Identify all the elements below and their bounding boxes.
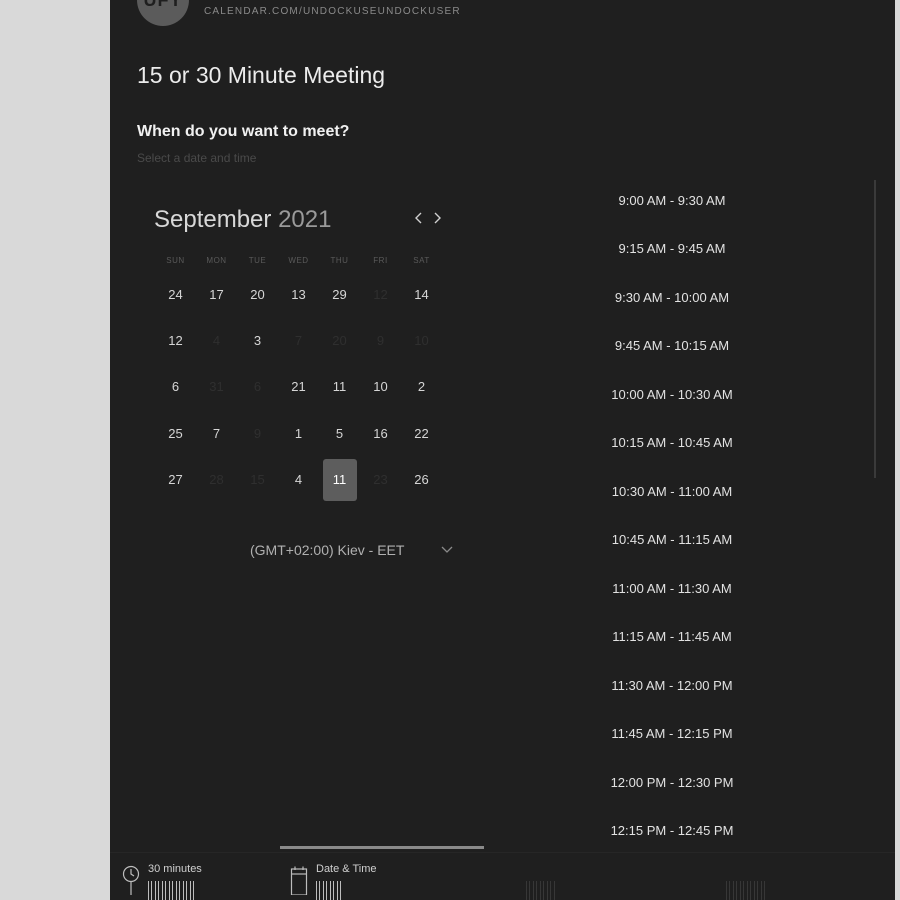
step-confirm-detail	[726, 881, 766, 900]
calendar-day[interactable]: 22	[401, 410, 442, 456]
weekday-label: SAT	[413, 256, 430, 265]
step-duration[interactable]: 30 minutes	[122, 853, 272, 900]
step-confirm[interactable]	[700, 853, 860, 900]
time-slot[interactable]: 11:45 AM - 12:15 PM	[598, 710, 746, 759]
calendar-day-unavailable: 31	[209, 379, 224, 395]
calendar-day[interactable]: 4	[278, 457, 319, 503]
calendar-day-unavailable: 4	[212, 333, 221, 349]
calendar-day-unavailable: 9	[376, 333, 385, 349]
calendar-day[interactable]: 3	[237, 317, 278, 363]
calendar-day-unavailable: 6	[253, 379, 262, 395]
weekday-label: MON	[206, 256, 227, 265]
time-slot[interactable]: 10:00 AM - 10:30 AM	[598, 370, 746, 419]
next-month-button[interactable]	[426, 206, 448, 230]
calendar-day-unavailable: 28	[209, 472, 224, 488]
calendar-day-unavailable: 23	[373, 472, 388, 488]
calendar-day[interactable]: 12	[155, 317, 196, 363]
selected-day-label: 11	[322, 458, 357, 501]
calendar-day-unavailable: 9	[253, 425, 262, 441]
time-slot[interactable]: 9:00 AM - 9:30 AM	[598, 176, 746, 225]
calendar-day[interactable]: 13	[278, 271, 319, 317]
year-label: 2021	[278, 206, 332, 233]
time-slot[interactable]: 11:15 AM - 11:45 AM	[598, 613, 746, 662]
time-slot[interactable]: 9:15 AM - 9:45 AM	[598, 225, 746, 274]
time-slot[interactable]: 12:00 PM - 12:30 PM	[598, 758, 746, 807]
calendar-day[interactable]: 27	[155, 457, 196, 503]
time-slot[interactable]: 11:30 AM - 12:00 PM	[598, 661, 746, 710]
time-slot[interactable]: 11:00 AM - 11:30 AM	[598, 564, 746, 613]
clock-icon	[122, 865, 140, 895]
step-duration-detail	[148, 881, 196, 900]
chevron-left-icon	[415, 212, 422, 224]
calendar-day[interactable]: 17	[196, 271, 237, 317]
chevron-right-icon	[434, 212, 441, 224]
time-slot[interactable]: 10:30 AM - 11:00 AM	[598, 467, 746, 516]
calendar-day-unavailable: 15	[250, 472, 265, 488]
calendar-day[interactable]: 26	[401, 457, 442, 503]
slots-scrollbar[interactable]	[874, 180, 876, 478]
time-slot[interactable]: 10:15 AM - 10:45 AM	[598, 419, 746, 468]
calendar-day[interactable]: 10	[360, 364, 401, 410]
step-date-time-label: Date & Time	[316, 863, 377, 875]
calendar-day[interactable]: 5	[319, 410, 360, 456]
calendar-day[interactable]: 25	[155, 410, 196, 456]
calendar-day[interactable]: 16	[360, 410, 401, 456]
month-label: September	[154, 206, 272, 233]
meeting-subtext: Select a date and time	[137, 151, 257, 165]
step-duration-label: 30 minutes	[148, 863, 202, 875]
active-step-indicator	[280, 846, 484, 849]
weekday-label: SUN	[166, 256, 185, 265]
page-title: 15 or 30 Minute Meeting	[137, 62, 386, 88]
time-slot[interactable]: 9:30 AM - 10:00 AM	[598, 273, 746, 322]
weekday-label: FRI	[373, 256, 388, 265]
weekday-label: TUE	[248, 256, 267, 265]
timezone-select[interactable]: (GMT+02:00) Kiev - EET	[250, 542, 404, 558]
weekday-header: SUN MON TUE WED THU FRI SAT	[155, 256, 442, 265]
step-details-detail	[526, 881, 556, 900]
calendar-day[interactable]: 11	[319, 364, 360, 410]
calendar-day[interactable]: 24	[155, 271, 196, 317]
weekday-label: THU	[330, 256, 349, 265]
avatar: UFY	[137, 0, 189, 26]
step-date-time-detail	[316, 881, 342, 900]
calendar-day-unavailable: 12	[373, 286, 388, 302]
time-slot[interactable]: 9:45 AM - 10:15 AM	[598, 322, 746, 371]
calendar-day-unavailable: 7	[294, 333, 303, 349]
calendar-day[interactable]: 20	[237, 271, 278, 317]
calendar-day[interactable]: 2	[401, 364, 442, 410]
time-slot[interactable]: 10:45 AM - 11:15 AM	[598, 516, 746, 565]
calendar-grid: 24 17 20 13 29 12 14 12 4 3 7 20 9 10 6 …	[155, 271, 442, 503]
calendar-day[interactable]: 6	[155, 364, 196, 410]
calendar-day[interactable]: 1	[278, 410, 319, 456]
booking-panel: UFY CALENDAR.COM/UNDOCKUSEUNDOCKUSER 15 …	[110, 0, 895, 900]
weekday-label: WED	[288, 256, 309, 265]
calendar-day[interactable]: 14	[401, 271, 442, 317]
meeting-question: When do you want to meet?	[137, 123, 350, 140]
calendar-day-unavailable: 20	[332, 333, 347, 349]
calendar-icon	[290, 866, 308, 895]
time-slot[interactable]: 12:15 PM - 12:45 PM	[598, 807, 746, 856]
time-slot-list: 9:00 AM - 9:30 AM 9:15 AM - 9:45 AM 9:30…	[598, 176, 746, 855]
calendar-day[interactable]: 7	[196, 410, 237, 456]
calendar-day[interactable]: 21	[278, 364, 319, 410]
month-year-title: September 2021	[154, 206, 331, 234]
calendar-day[interactable]: 29	[319, 271, 360, 317]
chevron-down-icon	[441, 546, 453, 553]
step-date-time[interactable]: Date & Time	[290, 853, 470, 900]
step-details[interactable]	[500, 853, 650, 900]
calendar-day-unavailable: 10	[414, 333, 429, 349]
calendar-day-selected[interactable]: 11	[319, 457, 360, 503]
booking-url: CALENDAR.COM/UNDOCKUSEUNDOCKUSER	[204, 6, 461, 17]
steps-bar: 30 minutes Date & Time	[110, 846, 895, 900]
